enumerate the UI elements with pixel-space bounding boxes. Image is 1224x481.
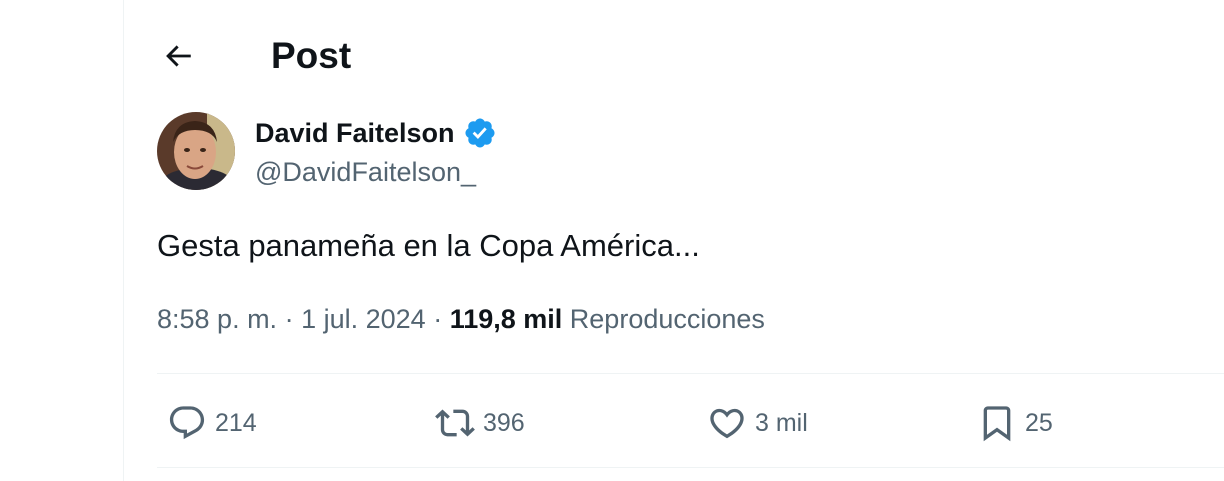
like-button[interactable]: 3 mil	[707, 392, 808, 454]
bookmark-button[interactable]: 25	[977, 392, 1053, 454]
tweet-meta: 8:58 p. m. · 1 jul. 2024 · 119,8 mil Rep…	[157, 304, 765, 335]
meta-separator: ·	[425, 304, 450, 334]
page-title: Post	[271, 35, 352, 76]
author-handle[interactable]: @DavidFaitelson_	[255, 157, 476, 188]
divider	[157, 467, 1224, 468]
tweet-time[interactable]: 8:58 p. m.	[157, 304, 277, 334]
like-count: 3 mil	[755, 408, 808, 437]
repost-count: 396	[483, 408, 525, 437]
tweet-text: Gesta panameña en la Copa América...	[157, 228, 700, 263]
post-header: Post	[124, 0, 1224, 112]
tweet-date[interactable]: 1 jul. 2024	[301, 304, 426, 334]
bookmark-count: 25	[1025, 408, 1053, 437]
author-name-row: David Faitelson	[255, 116, 497, 150]
divider	[157, 373, 1224, 374]
author-display-name[interactable]: David Faitelson	[255, 118, 455, 149]
repost-button[interactable]: 396	[435, 392, 525, 454]
back-button[interactable]	[158, 36, 198, 76]
avatar-photo	[157, 112, 235, 190]
repost-icon	[435, 409, 475, 437]
reply-button[interactable]: 214	[167, 392, 257, 454]
reply-icon	[169, 406, 205, 440]
meta-separator: ·	[277, 304, 302, 334]
bookmark-icon	[983, 406, 1011, 442]
avatar[interactable]	[157, 112, 235, 190]
arrow-left-icon	[166, 45, 191, 67]
reply-count: 214	[215, 408, 257, 437]
tweet-actions-bar: 214 396 3 mil 25	[157, 392, 1224, 454]
verified-badge-icon[interactable]	[463, 116, 497, 150]
views-label: Reproducciones	[569, 304, 765, 334]
left-sidebar-gutter	[0, 0, 124, 481]
heart-icon	[710, 408, 744, 439]
views-count: 119,8 mil	[449, 304, 563, 334]
